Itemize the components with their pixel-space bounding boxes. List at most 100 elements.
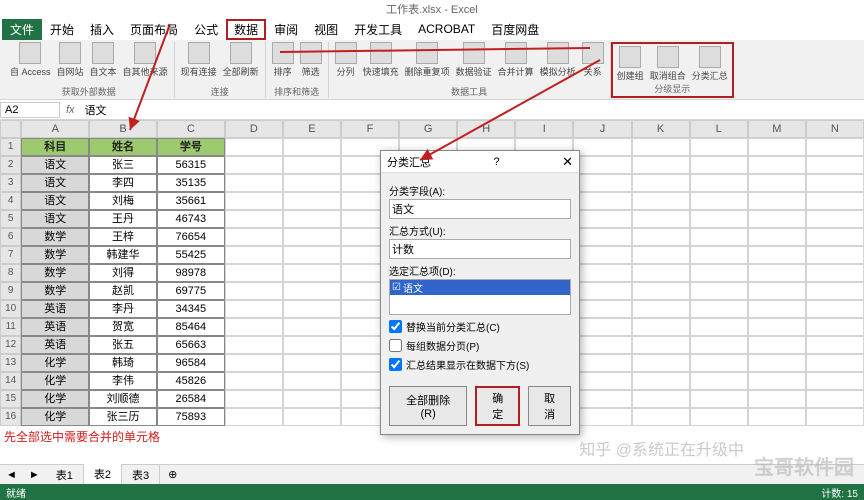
ribbon-button[interactable]: 自 Access xyxy=(8,42,53,78)
cancel-button[interactable]: 取消 xyxy=(528,386,571,426)
checkbox-icon[interactable]: ☑ xyxy=(392,282,401,293)
empty-cell[interactable] xyxy=(748,300,806,318)
empty-cell[interactable] xyxy=(283,318,341,336)
empty-cell[interactable] xyxy=(748,408,806,426)
table-cell[interactable]: 英语 xyxy=(21,336,89,354)
add-sheet-button[interactable]: ⊕ xyxy=(160,468,185,481)
tab-审阅[interactable]: 审阅 xyxy=(266,19,306,40)
empty-cell[interactable] xyxy=(748,210,806,228)
column-header[interactable]: K xyxy=(632,120,690,138)
help-icon[interactable]: ? xyxy=(493,156,499,168)
empty-cell[interactable] xyxy=(690,228,748,246)
empty-cell[interactable] xyxy=(690,390,748,408)
ribbon-button[interactable]: 取消组合 xyxy=(648,46,688,82)
table-cell[interactable]: 65663 xyxy=(157,336,225,354)
table-cell[interactable]: 55425 xyxy=(157,246,225,264)
empty-cell[interactable] xyxy=(632,282,690,300)
table-cell[interactable]: 语文 xyxy=(21,192,89,210)
empty-cell[interactable] xyxy=(283,264,341,282)
empty-cell[interactable] xyxy=(690,210,748,228)
ribbon-button[interactable]: 全部刷新 xyxy=(221,42,261,78)
row-header[interactable]: 1 xyxy=(0,138,21,156)
formula-input[interactable]: 语文 xyxy=(81,101,864,119)
ribbon-button[interactable]: 筛选 xyxy=(298,42,324,78)
empty-cell[interactable] xyxy=(690,174,748,192)
empty-cell[interactable] xyxy=(806,228,864,246)
remove-all-button[interactable]: 全部删除(R) xyxy=(389,386,467,426)
table-cell[interactable]: 数学 xyxy=(21,282,89,300)
empty-cell[interactable] xyxy=(690,138,748,156)
empty-cell[interactable] xyxy=(806,300,864,318)
table-cell[interactable]: 数学 xyxy=(21,264,89,282)
empty-cell[interactable] xyxy=(748,138,806,156)
table-cell[interactable]: 34345 xyxy=(157,300,225,318)
empty-cell[interactable] xyxy=(748,246,806,264)
table-cell[interactable]: 75893 xyxy=(157,408,225,426)
sheet-nav-prev[interactable]: ◄ xyxy=(0,469,23,481)
ribbon-button[interactable]: 现有连接 xyxy=(179,42,219,78)
empty-cell[interactable] xyxy=(806,408,864,426)
table-cell[interactable]: 王梓 xyxy=(89,228,157,246)
method-select[interactable]: 计数 xyxy=(389,239,571,259)
row-header[interactable]: 9 xyxy=(0,282,21,300)
empty-cell[interactable] xyxy=(573,228,631,246)
empty-cell[interactable] xyxy=(690,354,748,372)
tab-百度网盘[interactable]: 百度网盘 xyxy=(483,19,547,40)
empty-cell[interactable] xyxy=(748,174,806,192)
ribbon-button[interactable]: 关系 xyxy=(580,42,606,78)
empty-cell[interactable] xyxy=(690,372,748,390)
empty-cell[interactable] xyxy=(225,228,283,246)
empty-cell[interactable] xyxy=(283,408,341,426)
empty-cell[interactable] xyxy=(632,156,690,174)
tab-公式[interactable]: 公式 xyxy=(186,19,226,40)
table-cell[interactable]: 85464 xyxy=(157,318,225,336)
table-cell[interactable]: 刘得 xyxy=(89,264,157,282)
table-cell[interactable]: 45826 xyxy=(157,372,225,390)
dialog-titlebar[interactable]: 分类汇总 ? ✕ xyxy=(381,151,579,173)
empty-cell[interactable] xyxy=(283,192,341,210)
empty-cell[interactable] xyxy=(283,246,341,264)
empty-cell[interactable] xyxy=(690,282,748,300)
sheet-nav-next[interactable]: ► xyxy=(23,469,46,481)
table-cell[interactable]: 李丹 xyxy=(89,300,157,318)
tab-file[interactable]: 文件 xyxy=(2,19,42,40)
empty-cell[interactable] xyxy=(806,264,864,282)
table-cell[interactable]: 语文 xyxy=(21,174,89,192)
empty-cell[interactable] xyxy=(632,408,690,426)
empty-cell[interactable] xyxy=(225,264,283,282)
table-cell[interactable]: 李伟 xyxy=(89,372,157,390)
column-header[interactable]: M xyxy=(748,120,806,138)
row-header[interactable]: 4 xyxy=(0,192,21,210)
table-cell[interactable]: 刘顺德 xyxy=(89,390,157,408)
empty-cell[interactable] xyxy=(632,228,690,246)
empty-cell[interactable] xyxy=(690,300,748,318)
column-header[interactable]: B xyxy=(89,120,157,138)
table-cell[interactable]: 26584 xyxy=(157,390,225,408)
tab-数据[interactable]: 数据 xyxy=(226,19,266,40)
empty-cell[interactable] xyxy=(573,174,631,192)
empty-cell[interactable] xyxy=(806,336,864,354)
empty-cell[interactable] xyxy=(632,174,690,192)
empty-cell[interactable] xyxy=(283,300,341,318)
empty-cell[interactable] xyxy=(225,156,283,174)
empty-cell[interactable] xyxy=(573,318,631,336)
close-icon[interactable]: ✕ xyxy=(562,154,573,170)
tab-开始[interactable]: 开始 xyxy=(42,19,82,40)
empty-cell[interactable] xyxy=(690,336,748,354)
table-cell[interactable]: 96584 xyxy=(157,354,225,372)
empty-cell[interactable] xyxy=(283,138,341,156)
table-cell[interactable]: 56315 xyxy=(157,156,225,174)
empty-cell[interactable] xyxy=(225,282,283,300)
tab-页面布局[interactable]: 页面布局 xyxy=(122,19,186,40)
empty-cell[interactable] xyxy=(806,174,864,192)
empty-cell[interactable] xyxy=(806,138,864,156)
table-cell[interactable]: 刘梅 xyxy=(89,192,157,210)
table-cell[interactable]: 张三历 xyxy=(89,408,157,426)
row-header[interactable]: 16 xyxy=(0,408,21,426)
table-cell[interactable]: 化学 xyxy=(21,354,89,372)
tab-开发工具[interactable]: 开发工具 xyxy=(346,19,410,40)
empty-cell[interactable] xyxy=(573,282,631,300)
ribbon-button[interactable]: 自网站 xyxy=(55,42,86,78)
empty-cell[interactable] xyxy=(748,228,806,246)
table-cell[interactable]: 35661 xyxy=(157,192,225,210)
